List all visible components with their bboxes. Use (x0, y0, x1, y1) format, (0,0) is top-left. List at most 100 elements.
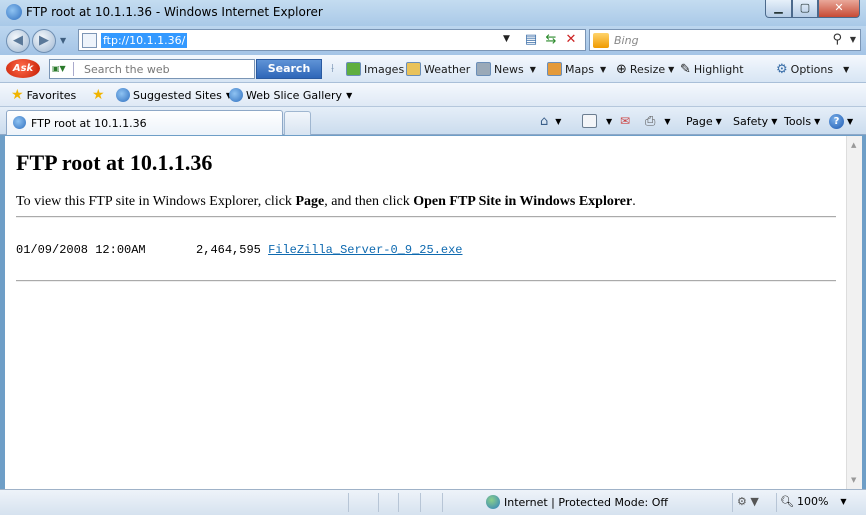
home-dropdown-icon[interactable]: ▼ (555, 117, 561, 126)
home-icon: ⌂ (540, 113, 549, 129)
status-cell (420, 493, 442, 512)
window-title: FTP root at 10.1.1.36 - Windows Internet… (26, 5, 323, 19)
highlight-label: Highlight (693, 62, 744, 76)
safety-menu-dropdown-icon: ▼ (771, 116, 778, 126)
new-tab-button[interactable] (284, 111, 311, 135)
mail-icon: ✉ (620, 114, 631, 128)
print-dropdown-icon[interactable]: ▼ (664, 117, 670, 126)
options-label: Options (790, 62, 834, 76)
search-box[interactable]: Bing ⚲ ▼ (589, 29, 861, 51)
scroll-down-arrow-icon[interactable]: ▼ (851, 476, 856, 484)
ask-search-button[interactable]: Search (256, 59, 322, 79)
images-button[interactable]: Images (346, 60, 404, 78)
add-favorite-icon: ★ (92, 87, 105, 103)
maps-button[interactable]: Maps ▼ (547, 60, 606, 78)
read-mail-button[interactable]: ✉ (620, 113, 630, 129)
ie-logo-icon (6, 4, 22, 20)
address-url[interactable]: ftp://10.1.1.36/ (101, 33, 188, 48)
tab-ftp-root[interactable]: FTP root at 10.1.1.36 (6, 110, 283, 135)
ask-search-input[interactable]: ▣▼ Search the web (49, 59, 255, 79)
stop-icon[interactable]: ✕ (561, 31, 581, 49)
intro-page-term: Page (295, 194, 325, 209)
status-bar: Internet | Protected Mode: Off ⚙ ▼ 🔍︎ 10… (0, 489, 866, 515)
feeds-button[interactable]: ▼ (582, 113, 612, 129)
resize-icon: ⊕ (616, 61, 627, 77)
file-link[interactable]: FileZilla_Server-0_9_25.exe (268, 243, 462, 257)
suggested-sites-label: Suggested Sites (133, 88, 222, 102)
status-cell (378, 493, 398, 512)
page-menu[interactable]: Page ▼ (686, 113, 722, 129)
change-status-icon[interactable]: ⚙ ▼ (737, 495, 759, 508)
page-heading: FTP root at 10.1.1.36 (16, 150, 213, 175)
intro-suffix: . (632, 194, 636, 209)
maps-dropdown-icon[interactable]: ▼ (600, 65, 606, 74)
top-divider (16, 216, 836, 218)
address-dropdown-icon[interactable]: ▼ (503, 34, 510, 44)
resize-dropdown-icon[interactable]: ▼ (668, 65, 674, 74)
tab-bar: FTP root at 10.1.1.36 ⌂ ▼ ▼ ✉ ⎙ ▼ Page ▼… (0, 107, 866, 135)
vertical-scrollbar[interactable]: ▲ ▼ (846, 136, 862, 489)
status-cell (732, 493, 734, 512)
compatibility-icon[interactable]: ▤ (521, 31, 541, 49)
highlight-icon: ✎ (680, 61, 691, 77)
news-dropdown-icon[interactable]: ▼ (530, 65, 536, 74)
intro-middle: , and then click (324, 194, 414, 209)
tab-title: FTP root at 10.1.1.36 (31, 117, 147, 130)
print-button[interactable]: ⎙ ▼ (645, 113, 671, 129)
search-type-selector[interactable]: ▣▼ (52, 62, 74, 76)
toolbar-grip-icon[interactable]: ⟊ (331, 61, 334, 76)
help-button[interactable]: ? ▼ (829, 113, 853, 129)
tab-ie-icon (13, 116, 26, 129)
images-label: Images (364, 62, 405, 76)
address-field[interactable]: ftp://10.1.1.36/ ▼ ▤ ⇆ ✕ (78, 29, 586, 51)
zoom-dropdown-icon[interactable]: ▼ (840, 497, 846, 506)
search-placeholder: Bing (614, 34, 639, 47)
scroll-up-arrow-icon[interactable]: ▲ (851, 141, 856, 149)
favorites-button[interactable]: ★ Favorites (11, 87, 76, 103)
add-to-favorites-bar-button[interactable]: ★ (92, 87, 108, 103)
status-cell (442, 493, 480, 512)
maps-label: Maps (565, 62, 594, 76)
news-icon (476, 62, 491, 76)
weather-button[interactable]: Weather (406, 60, 470, 78)
forward-button[interactable]: ▶ (32, 29, 56, 53)
web-slice-gallery-label: Web Slice Gallery (246, 88, 343, 102)
maps-icon (547, 62, 562, 76)
news-button[interactable]: News ▼ (476, 60, 536, 78)
highlight-button[interactable]: ✎ Highlight (680, 60, 744, 78)
print-icon: ⎙ (645, 113, 656, 129)
security-zone[interactable]: Internet | Protected Mode: Off (486, 495, 668, 509)
help-dropdown-icon[interactable]: ▼ (847, 117, 853, 126)
web-slice-dropdown-icon[interactable]: ▼ (346, 91, 352, 100)
search-options-icon[interactable]: ▼ (850, 35, 856, 44)
safety-menu[interactable]: Safety ▼ (733, 113, 777, 129)
options-dropdown-icon[interactable]: ▼ (843, 65, 849, 74)
back-arrow-icon: ◀ (13, 33, 23, 48)
close-button[interactable]: ✕ (818, 0, 860, 18)
back-button[interactable]: ◀ (6, 29, 30, 53)
resize-button[interactable]: ⊕ Resize ▼ (616, 60, 674, 78)
resize-label: Resize (629, 62, 666, 76)
tools-menu-dropdown-icon: ▼ (814, 116, 821, 126)
maximize-button[interactable]: ▢ (792, 0, 818, 18)
minimize-button[interactable]: ▁ (765, 0, 792, 18)
recent-pages-dropdown[interactable]: ▼ (60, 36, 66, 45)
zoom-level: 100% (796, 495, 829, 508)
bottom-divider (16, 280, 836, 282)
refresh-icon[interactable]: ⇆ (541, 31, 561, 49)
images-icon (346, 62, 361, 76)
feeds-dropdown-icon[interactable]: ▼ (606, 117, 612, 126)
zoom-icon: 🔍︎ (780, 495, 794, 508)
options-button[interactable]: ⚙ Options ▼ (776, 60, 849, 78)
options-icon: ⚙ (776, 61, 788, 77)
suggested-sites-link[interactable]: Suggested Sites ▼ (116, 87, 232, 103)
ask-logo[interactable]: Ask (6, 59, 40, 78)
internet-zone-icon (486, 495, 500, 509)
home-button[interactable]: ⌂ ▼ (540, 113, 561, 129)
zoom-control[interactable]: 🔍︎ 100% ▼ (780, 495, 847, 508)
bing-icon (593, 33, 609, 48)
search-icon[interactable]: ⚲ (832, 32, 842, 47)
web-slice-gallery-link[interactable]: Web Slice Gallery ▼ (229, 87, 352, 103)
tools-menu[interactable]: Tools ▼ (784, 113, 820, 129)
suggested-sites-icon (116, 88, 130, 102)
